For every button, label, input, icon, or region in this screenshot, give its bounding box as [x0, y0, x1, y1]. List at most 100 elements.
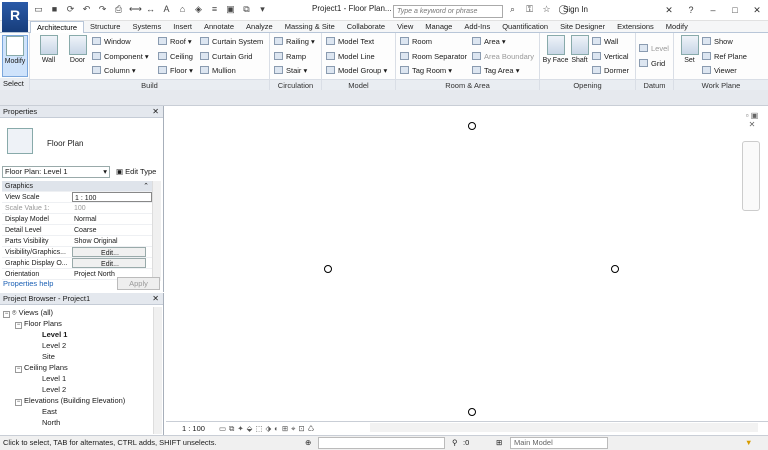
model-line-button[interactable]: Model Line	[326, 51, 375, 63]
help-icon[interactable]: ?	[680, 0, 702, 21]
tag-room-button[interactable]: Tag Room ▾	[400, 65, 452, 77]
visibility-graphics-edit-button[interactable]: Edit...	[72, 247, 146, 257]
horizontal-scrollbar[interactable]	[370, 423, 758, 432]
ceiling-button[interactable]: Ceiling	[158, 51, 193, 63]
exchange-apps-icon[interactable]: ✕	[658, 0, 680, 21]
collapse-icon[interactable]: −	[15, 399, 22, 406]
edit-type-button[interactable]: ▣ Edit Type	[116, 166, 156, 178]
close-button[interactable]: ✕	[746, 0, 768, 21]
area-button[interactable]: Area ▾	[472, 36, 506, 48]
tab-modify[interactable]: Modify	[660, 21, 694, 33]
instance-selector[interactable]: Floor Plan: Level 1 ▾	[2, 166, 110, 178]
dimension-icon[interactable]: ↔	[145, 3, 156, 15]
stair-button[interactable]: Stair ▾	[274, 65, 307, 77]
filter-icon[interactable]: ▼	[745, 436, 752, 450]
minimize-button[interactable]: –	[702, 0, 724, 21]
property-row-display-model[interactable]: Display Model Normal	[2, 214, 152, 225]
favorites-icon[interactable]: ☆	[541, 3, 552, 15]
door-button[interactable]: Door	[64, 35, 91, 64]
mullion-button[interactable]: Mullion	[200, 65, 236, 77]
model-text-button[interactable]: Model Text	[326, 36, 374, 48]
view-window-controls-icon[interactable]: ▫ ▣ ✕	[742, 111, 762, 129]
properties-scrollbar[interactable]	[152, 181, 161, 281]
close-icon[interactable]: ✕	[152, 293, 159, 305]
worksets-dropdown[interactable]	[318, 437, 445, 449]
graphic-display-edit-button[interactable]: Edit...	[72, 258, 146, 268]
south-elevation-marker[interactable]	[468, 408, 476, 416]
ref-plane-button[interactable]: Ref Plane	[702, 51, 747, 63]
view-scale-label[interactable]: 1 : 100	[182, 424, 205, 433]
tab-annotate[interactable]: Annotate	[198, 21, 240, 33]
window-button[interactable]: Window	[92, 36, 131, 48]
column-button[interactable]: Column ▾	[92, 65, 136, 77]
subscription-icon[interactable]: ⚿	[524, 3, 535, 15]
tree-node-views-all[interactable]: − ⌾ Views (all)	[0, 307, 152, 318]
select-dropdown[interactable]: Select ▾	[0, 78, 29, 100]
model-group-button[interactable]: Model Group ▾	[326, 65, 387, 77]
room-separator-button[interactable]: Room Separator	[400, 51, 467, 63]
redo-icon[interactable]: ↷	[97, 3, 108, 15]
thin-lines-icon[interactable]: ≡	[209, 3, 220, 15]
3d-view-icon[interactable]: ⌂	[177, 3, 188, 15]
component-button[interactable]: Component ▾	[92, 51, 149, 63]
tag-area-button[interactable]: Tag Area ▾	[472, 65, 519, 77]
property-value[interactable]: Coarse	[72, 225, 152, 235]
tab-site-designer[interactable]: Site Designer	[554, 21, 611, 33]
text-icon[interactable]: A	[161, 3, 172, 15]
modify-button[interactable]: Modify	[2, 35, 28, 77]
north-elevation-marker[interactable]	[468, 122, 476, 130]
property-row-detail-level[interactable]: Detail Level Coarse	[2, 225, 152, 236]
tab-architecture[interactable]: Architecture	[30, 21, 85, 33]
tab-massing-site[interactable]: Massing & Site	[279, 21, 341, 33]
navigation-wheel-bar[interactable]	[742, 141, 760, 211]
curtain-system-button[interactable]: Curtain System	[200, 36, 263, 48]
property-value[interactable]: Show Original	[72, 236, 152, 246]
customize-qat-icon[interactable]: ▾	[257, 3, 268, 15]
collapse-icon[interactable]: −	[15, 322, 22, 329]
vertical-opening-button[interactable]: Vertical	[592, 51, 629, 63]
maximize-button[interactable]: □	[724, 0, 746, 21]
show-button[interactable]: Show	[702, 36, 733, 48]
tree-node-ceiling-plans[interactable]: − Ceiling Plans	[0, 362, 152, 373]
tree-node-floor-level-1[interactable]: Level 1	[0, 329, 152, 340]
tree-node-floor-level-2[interactable]: Level 2	[0, 340, 152, 351]
tab-view[interactable]: View	[391, 21, 419, 33]
search-input[interactable]: Type a keyword or phrase	[393, 5, 503, 18]
wall-button[interactable]: Wall	[35, 35, 62, 64]
collapse-icon[interactable]: −	[15, 366, 22, 373]
tree-node-floor-plans[interactable]: − Floor Plans	[0, 318, 152, 329]
tab-quantification[interactable]: Quantification	[496, 21, 554, 33]
east-elevation-marker[interactable]	[611, 265, 619, 273]
tree-node-east[interactable]: East	[0, 406, 152, 417]
close-icon[interactable]: ✕	[152, 106, 159, 118]
editing-requests-icon[interactable]: ⚲	[452, 436, 458, 450]
dormer-button[interactable]: Dormer	[592, 65, 629, 77]
wall-opening-button[interactable]: Wall	[592, 36, 618, 48]
design-option-dropdown[interactable]: Main Model	[510, 437, 608, 449]
tab-add-ins[interactable]: Add-Ins	[458, 21, 496, 33]
tab-collaborate[interactable]: Collaborate	[341, 21, 391, 33]
tree-node-ceiling-level-1[interactable]: Level 1	[0, 373, 152, 384]
worksets-icon[interactable]: ⊕	[305, 436, 311, 450]
tab-systems[interactable]: Systems	[126, 21, 167, 33]
ramp-button[interactable]: Ramp	[274, 51, 306, 63]
railing-button[interactable]: Railing ▾	[274, 36, 315, 48]
tree-node-elevations[interactable]: − Elevations (Building Elevation)	[0, 395, 152, 406]
room-button[interactable]: Room	[400, 36, 432, 48]
view-scale-field[interactable]: 1 : 100	[72, 192, 152, 202]
tree-node-ceiling-level-2[interactable]: Level 2	[0, 384, 152, 395]
tab-structure[interactable]: Structure	[84, 21, 126, 33]
section-icon[interactable]: ◈	[193, 3, 204, 15]
design-options-icon[interactable]: ⊞	[496, 436, 502, 450]
property-group-graphics[interactable]: Graphics ⌃	[2, 181, 152, 192]
close-hidden-icon[interactable]: ▣	[225, 3, 236, 15]
floor-button[interactable]: Floor ▾	[158, 65, 193, 77]
tree-node-north[interactable]: North	[0, 417, 152, 428]
measure-icon[interactable]: ⟷	[129, 3, 142, 15]
switch-windows-icon[interactable]: ⧉	[241, 3, 252, 15]
browser-scrollbar[interactable]	[153, 307, 162, 434]
level-button[interactable]: Level	[639, 43, 669, 55]
property-row-view-scale[interactable]: View Scale 1 : 100	[2, 192, 152, 203]
drawing-area[interactable]: ▫ ▣ ✕	[166, 106, 768, 421]
shaft-button[interactable]: Shaft	[566, 35, 593, 64]
